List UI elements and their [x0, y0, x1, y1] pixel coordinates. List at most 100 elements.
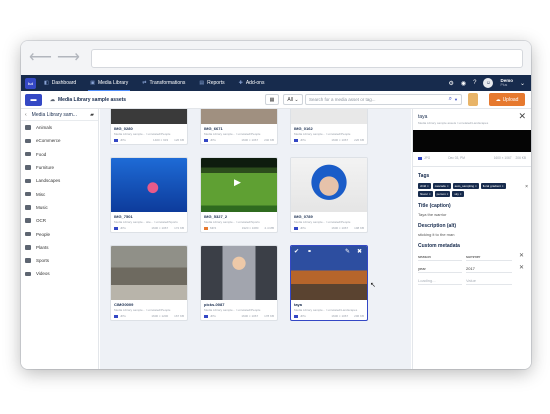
- metadata-row: season summer ✕: [418, 252, 526, 261]
- asset-thumbnail[interactable]: [201, 246, 277, 300]
- asset-thumbnail[interactable]: [291, 158, 367, 212]
- description-field[interactable]: sticking it to the man: [418, 232, 526, 237]
- asset-card[interactable]: IMG_0162 Media Library sample... / unrela…: [290, 109, 368, 145]
- asset-card[interactable]: IMG_6671 Media Library sample... / unrela…: [200, 109, 278, 145]
- tag-chip[interactable]: person ×: [434, 191, 451, 197]
- remove-tag-icon[interactable]: ×: [447, 184, 449, 188]
- folder-item[interactable]: Landscapes: [21, 174, 98, 187]
- asset-thumbnail[interactable]: [111, 246, 187, 300]
- metadata-key-field[interactable]: Loading...: [418, 276, 462, 285]
- search-options-chevron-icon[interactable]: ▼: [454, 97, 458, 102]
- folder-label: Animals: [36, 125, 53, 131]
- remove-tag-icon[interactable]: ×: [427, 184, 429, 188]
- new-folder-icon[interactable]: ▰: [90, 112, 94, 118]
- tag-chip[interactable]: cascade ×: [432, 183, 451, 189]
- asset-name: taya: [294, 302, 303, 307]
- remove-tag-icon[interactable]: ×: [447, 192, 449, 196]
- asset-info-row: JPG 1600 × 1067 198 KB: [294, 226, 364, 230]
- folder-item[interactable]: Sports: [21, 254, 98, 267]
- asset-thumbnail[interactable]: [291, 109, 367, 124]
- select-check-icon[interactable]: ✔: [294, 248, 299, 255]
- folder-item[interactable]: Plants: [21, 241, 98, 254]
- folder-item[interactable]: Misc: [21, 187, 98, 200]
- nav-media-library[interactable]: ▣ Media Library: [88, 75, 131, 91]
- asset-path: Media Library sample... / unrelated/Peop…: [114, 132, 171, 136]
- share-button[interactable]: [468, 93, 478, 106]
- nav-dashboard[interactable]: ◧ Dashboard: [42, 75, 78, 91]
- tag-chip[interactable]: auto_sampling ×: [452, 183, 479, 189]
- asset-thumbnail[interactable]: ▶: [201, 158, 277, 212]
- tag-chip[interactable]: floral gradient ×: [480, 183, 506, 189]
- tag-chip[interactable]: flower ×: [418, 191, 433, 197]
- asset-card[interactable]: CIMG0009 Media Library sample... / unrela…: [110, 245, 188, 321]
- back-chevron-icon[interactable]: ‹: [25, 112, 27, 118]
- nav-transformations[interactable]: ⇄ Transformations: [140, 75, 187, 91]
- edit-icon[interactable]: ✎: [345, 248, 350, 255]
- folder-item[interactable]: People: [21, 227, 98, 240]
- remove-metadata-icon[interactable]: ✕: [519, 252, 524, 259]
- asset-thumbnail[interactable]: [111, 158, 187, 212]
- address-bar[interactable]: [90, 48, 523, 68]
- title-label: Title (caption): [418, 203, 451, 209]
- folder-item[interactable]: Videos: [21, 267, 98, 280]
- folder-item[interactable]: Animals: [21, 121, 98, 134]
- asset-path: Media Library sample... / unrelated/Peop…: [294, 220, 351, 224]
- link-icon[interactable]: ⚭: [307, 248, 312, 255]
- folder-tree-toggle-icon[interactable]: ▬: [25, 93, 42, 106]
- close-icon[interactable]: ✕: [518, 111, 526, 122]
- logo[interactable]: lui: [25, 77, 36, 89]
- metadata-value-field[interactable]: Value: [466, 276, 512, 285]
- folder-item[interactable]: Music: [21, 201, 98, 214]
- asset-card[interactable]: IMG_0280 Media Library sample... / unrela…: [110, 109, 188, 145]
- reports-icon: ▤: [199, 80, 205, 86]
- asset-thumbnail[interactable]: [201, 109, 277, 124]
- chevron-down-icon[interactable]: ⌄: [520, 80, 525, 87]
- asset-dims: 1600 × 1200: [151, 314, 169, 318]
- title-field[interactable]: Taya the warrior: [418, 212, 526, 217]
- avatar[interactable]: ☺: [483, 78, 494, 88]
- forward-arrow-icon[interactable]: ⟶: [57, 50, 80, 66]
- remove-tag-icon[interactable]: ×: [429, 192, 431, 196]
- remove-metadata-icon[interactable]: ✕: [519, 264, 524, 271]
- tag-label: cascade: [434, 184, 446, 188]
- remove-tag-icon[interactable]: ×: [460, 192, 462, 196]
- nav-right: ⚙ ◉ ? ☺ Demo Plus ⌄: [448, 75, 525, 91]
- settings-gear-icon[interactable]: ⚙: [448, 80, 453, 87]
- metadata-key-field[interactable]: season: [418, 252, 462, 261]
- upload-button[interactable]: ☁ Upload: [489, 93, 525, 106]
- account-menu[interactable]: Demo Plus: [500, 78, 513, 88]
- asset-card[interactable]: IMG_7501 Media Library sample... site... …: [110, 157, 188, 233]
- help-icon[interactable]: ?: [473, 80, 476, 86]
- asset-card[interactable]: IMG_0789 Media Library sample... / unrela…: [290, 157, 368, 233]
- search-input[interactable]: Search for a media asset or tag... ⌕ ▼: [305, 94, 462, 105]
- asset-card[interactable]: picks-0087 Media Library sample... / unre…: [200, 245, 278, 321]
- asset-type-filter[interactable]: All ⌄: [283, 94, 303, 105]
- nav-reports[interactable]: ▤ Reports: [197, 75, 226, 91]
- asset-thumbnail[interactable]: ✔ ⚭ ✎ ✖: [291, 246, 367, 300]
- view-toggle-icon[interactable]: ▦: [265, 94, 279, 105]
- play-icon[interactable]: ▶: [234, 177, 241, 188]
- remove-tag-icon[interactable]: ×: [502, 184, 504, 188]
- notifications-icon[interactable]: ◉: [461, 80, 466, 87]
- back-arrow-icon[interactable]: ⟵: [29, 50, 52, 66]
- asset-card[interactable]: ▶ IMG_5327_2 Media Library sample... / unr…: [200, 157, 278, 233]
- metadata-key-field[interactable]: year: [418, 264, 462, 273]
- folder-item[interactable]: OCR: [21, 214, 98, 227]
- clear-tags-icon[interactable]: ×: [525, 184, 528, 190]
- remove-tag-icon[interactable]: ×: [475, 184, 477, 188]
- nav-addons[interactable]: ✚ Add-ons: [237, 75, 267, 91]
- asset-card[interactable]: ✔ ⚭ ✎ ✖ taya Media Library sample... / unrela…: [290, 245, 368, 321]
- asset-thumbnail[interactable]: [111, 109, 187, 124]
- search-icon[interactable]: ⌕: [449, 96, 452, 103]
- asset-path: Media Library sample... / unrelated/Land…: [294, 308, 358, 312]
- asset-type: JPG: [210, 138, 216, 142]
- tag-chip[interactable]: sky ×: [452, 191, 464, 197]
- metadata-value-field[interactable]: 2017: [466, 264, 512, 273]
- tag-chip[interactable]: child ×: [418, 183, 431, 189]
- folder-item[interactable]: Furniture: [21, 161, 98, 174]
- metadata-value-field[interactable]: summer: [466, 252, 512, 261]
- asset-details-panel: taya Media Library sample assets / unrel…: [412, 109, 531, 369]
- folder-item[interactable]: eCommerce: [21, 134, 98, 147]
- delete-icon[interactable]: ✖: [357, 248, 362, 255]
- folder-item[interactable]: Food: [21, 148, 98, 161]
